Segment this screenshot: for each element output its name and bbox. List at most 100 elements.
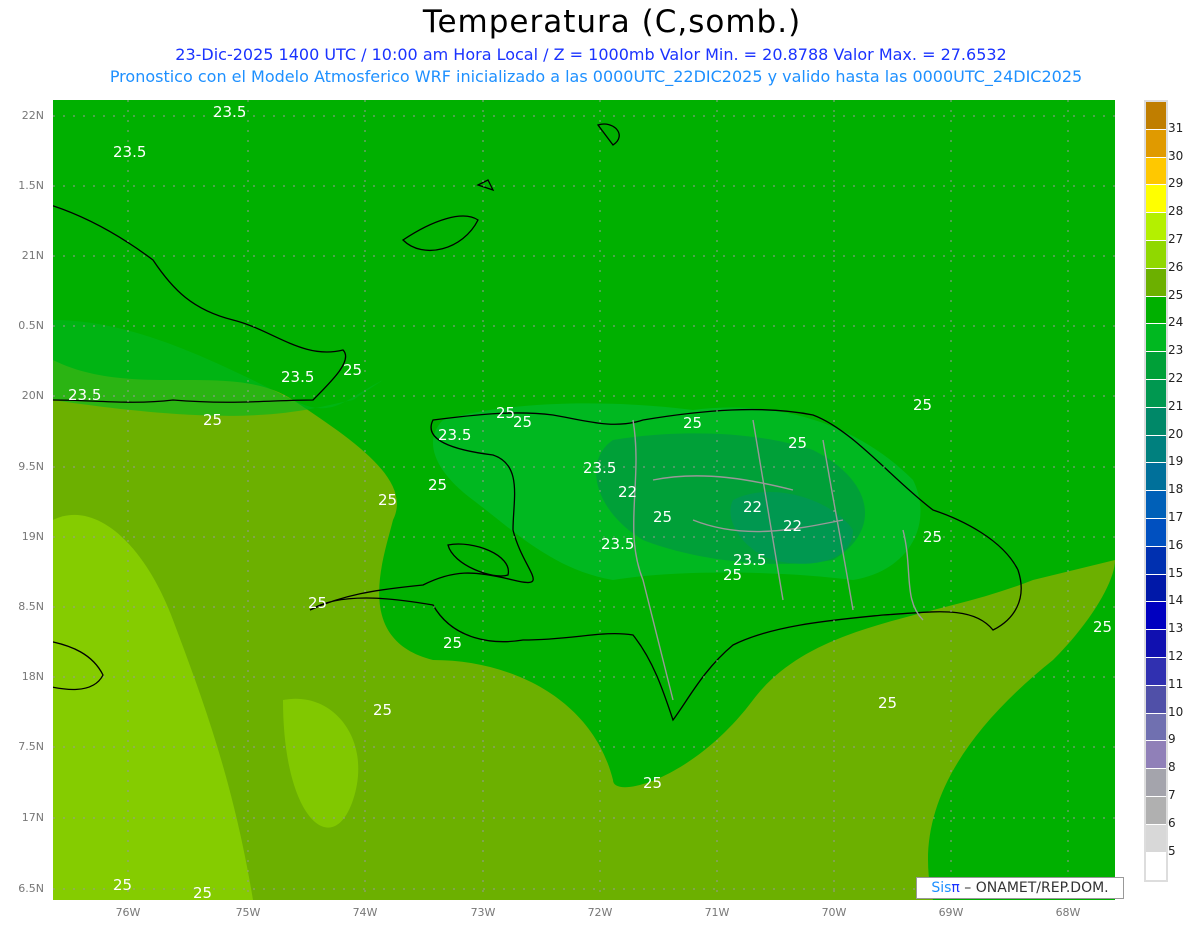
lat-tick-label: 21N: [21, 249, 44, 262]
contour-label: 23.5: [438, 426, 471, 444]
lat-tick-label: 6.5N: [18, 882, 44, 895]
colorbar-swatch: [1146, 824, 1166, 853]
temperature-map: 23.5 23.5 23.5 23.5 25 25 25 25 23.5 25 25 25 23.5 22…: [53, 100, 1115, 900]
contour-label: 25: [1093, 618, 1112, 636]
colorbar-label: 14: [1168, 593, 1184, 608]
colorbar-label: 26: [1168, 259, 1184, 274]
lat-tick-label: 18N: [21, 670, 44, 683]
contour-label: 23.5: [68, 386, 101, 404]
contour-label: 25: [513, 413, 532, 431]
colorbar-swatch: [1146, 296, 1166, 325]
credit-org: – ONAMET/REP.DOM.: [959, 880, 1109, 896]
colorbar-label: 13: [1168, 621, 1184, 636]
lon-tick-label: 71W: [704, 906, 730, 919]
colorbar-label: 25: [1168, 287, 1184, 302]
colorbar-label: 7: [1168, 788, 1176, 802]
contour-label: 25: [113, 876, 132, 894]
contour-label: 25: [443, 634, 462, 652]
colorbar: [1144, 100, 1168, 883]
lon-tick-label: 74W: [352, 906, 378, 919]
colorbar-swatch: [1146, 602, 1166, 631]
model-info-line: Pronostico con el Modelo Atmosferico WRF…: [109, 67, 1083, 86]
colorbar-swatch: [1146, 435, 1166, 464]
contour-label: 23.5: [213, 103, 246, 121]
colorbar-swatch: [1146, 185, 1166, 214]
map-title: Temperatura (C,somb.): [422, 4, 802, 40]
colorbar-label: 15: [1168, 565, 1184, 580]
colorbar-swatch: [1146, 852, 1166, 881]
colorbar-label: 6: [1168, 815, 1176, 830]
lat-tick-label: 17N: [21, 811, 44, 824]
colorbar-swatch: [1146, 157, 1166, 186]
colorbar-label: 9: [1168, 732, 1176, 747]
contour-label: 23.5: [113, 143, 146, 161]
colorbar-swatch: [1146, 352, 1166, 380]
colorbar-swatch: [1146, 518, 1166, 547]
contour-label: 25: [193, 884, 212, 900]
lat-tick-label: 1.5N: [18, 179, 44, 192]
colorbar-label: 12: [1168, 649, 1184, 663]
forecast-time-line: 23-Dic-2025 1400 UTC / 10:00 am Hora Loc…: [175, 45, 1007, 64]
colorbar-label: 20: [1168, 426, 1184, 441]
colorbar-swatch: [1146, 379, 1166, 408]
colorbar-swatch: [1146, 657, 1166, 686]
colorbar-label: 5: [1168, 843, 1176, 858]
colorbar-label: 10: [1168, 704, 1184, 719]
colorbar-swatch: [1146, 546, 1166, 575]
colorbar-swatch: [1146, 685, 1166, 714]
lat-tick-label: 22N: [21, 109, 44, 122]
contour-label: 25: [643, 774, 662, 792]
contour-label: 25: [788, 434, 807, 452]
lon-tick-label: 73W: [470, 906, 496, 919]
colorbar-label: 11: [1168, 676, 1184, 691]
contour-label: 25: [923, 528, 942, 546]
contour-label: 22: [783, 517, 802, 535]
contour-label: 22: [743, 498, 762, 516]
contour-label: 23.5: [601, 535, 634, 553]
credit-brand: Sis: [931, 880, 952, 896]
lat-tick-label: 19N: [21, 530, 44, 543]
colorbar-swatch: [1146, 630, 1166, 658]
colorbar-swatch: [1146, 102, 1166, 130]
colorbar-swatch: [1146, 574, 1166, 603]
contour-label: 25: [343, 361, 362, 379]
colorbar-swatch: [1146, 741, 1166, 770]
colorbar-label: 23: [1168, 343, 1184, 358]
contour-label: 23.5: [583, 459, 616, 477]
colorbar-label: 27: [1168, 232, 1184, 246]
contour-label: 25: [723, 566, 742, 584]
contour-label: 25: [308, 594, 327, 612]
colorbar-swatch: [1146, 129, 1166, 158]
colorbar-label: 22: [1168, 371, 1184, 385]
colorbar-swatch: [1146, 324, 1166, 353]
colorbar-label: 8: [1168, 760, 1176, 775]
contour-label: 25: [203, 411, 222, 429]
lon-tick-label: 68W: [1055, 906, 1081, 919]
lon-tick-label: 70W: [821, 906, 847, 919]
colorbar-swatch: [1146, 796, 1166, 825]
lat-tick-label: 9.5N: [18, 460, 44, 473]
contour-label: 25: [428, 476, 447, 494]
colorbar-swatch: [1146, 769, 1166, 797]
contour-label: 25: [878, 694, 897, 712]
colorbar-swatch: [1146, 463, 1166, 492]
lon-tick-label: 69W: [938, 906, 964, 919]
contour-label: 25: [913, 396, 932, 414]
lon-tick-label: 75W: [235, 906, 261, 919]
colorbar-label: 21: [1168, 398, 1184, 413]
colorbar-label: 29: [1168, 176, 1184, 191]
contour-label: 23.5: [281, 368, 314, 386]
lat-tick-label: 20N: [21, 389, 44, 402]
lon-tick-label: 76W: [115, 906, 141, 919]
colorbar-swatch: [1146, 407, 1166, 436]
colorbar-label: 24: [1168, 315, 1184, 330]
colorbar-label: 18: [1168, 482, 1184, 497]
pi-logo-icon: π: [951, 880, 960, 896]
colorbar-label: 28: [1168, 204, 1184, 219]
colorbar-swatch: [1146, 240, 1166, 269]
colorbar-label: 19: [1168, 454, 1184, 469]
colorbar-swatch: [1146, 713, 1166, 742]
contour-label: 25: [378, 491, 397, 509]
colorbar-swatch: [1146, 491, 1166, 519]
colorbar-label: 31: [1168, 120, 1184, 135]
